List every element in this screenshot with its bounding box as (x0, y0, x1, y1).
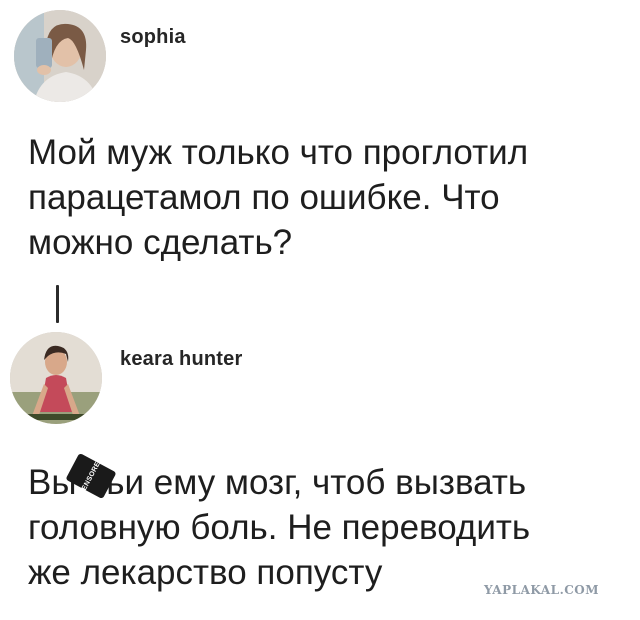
sophia-username[interactable]: sophia (120, 26, 186, 49)
keara-post-text: Вы бьи ему мозг, чтоб вызвать головную б… (28, 463, 531, 592)
user-avatar-icon (14, 10, 106, 102)
user-avatar-icon (10, 332, 102, 424)
sophia-post-text: Мой муж только что проглотил парацетамол… (28, 133, 529, 262)
sophia-avatar[interactable] (14, 10, 106, 102)
keara-avatar[interactable] (10, 332, 102, 424)
thread-connector-line (56, 285, 59, 323)
keara-username[interactable]: keara hunter (120, 348, 242, 371)
site-watermark: YAPLAKAL.COM (484, 583, 600, 597)
